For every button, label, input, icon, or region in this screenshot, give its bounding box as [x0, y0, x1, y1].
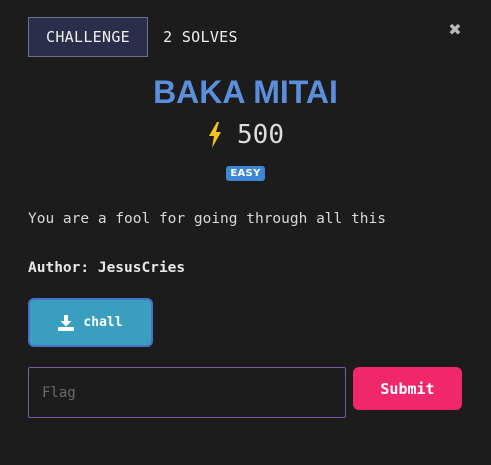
tab-solves[interactable]: 2 SOLVES [148, 17, 253, 57]
difficulty-badge: EASY [226, 166, 265, 181]
download-chall-button[interactable]: chall [28, 298, 153, 347]
submit-button[interactable]: Submit [353, 367, 462, 410]
tab-challenge-label: CHALLENGE [46, 28, 130, 46]
challenge-title: BAKA MITAI [153, 74, 338, 110]
challenge-points: 500 [0, 120, 491, 150]
download-label: chall [83, 315, 123, 330]
download-icon [58, 314, 75, 331]
challenge-author: Author: JesusCries [28, 260, 186, 276]
close-icon[interactable]: ✖ [446, 20, 464, 39]
flag-input[interactable] [28, 367, 346, 418]
challenge-modal: CHALLENGE 2 SOLVES ✖ BAKA MITAI 500 EASY… [0, 0, 491, 465]
lightning-bolt-icon [209, 122, 222, 148]
challenge-description: You are a fool for going through all thi… [28, 211, 386, 227]
tab-solves-label: 2 SOLVES [163, 28, 238, 46]
modal-tabs: CHALLENGE 2 SOLVES [28, 17, 253, 57]
tab-challenge[interactable]: CHALLENGE [28, 17, 148, 57]
points-value: 500 [237, 120, 284, 150]
